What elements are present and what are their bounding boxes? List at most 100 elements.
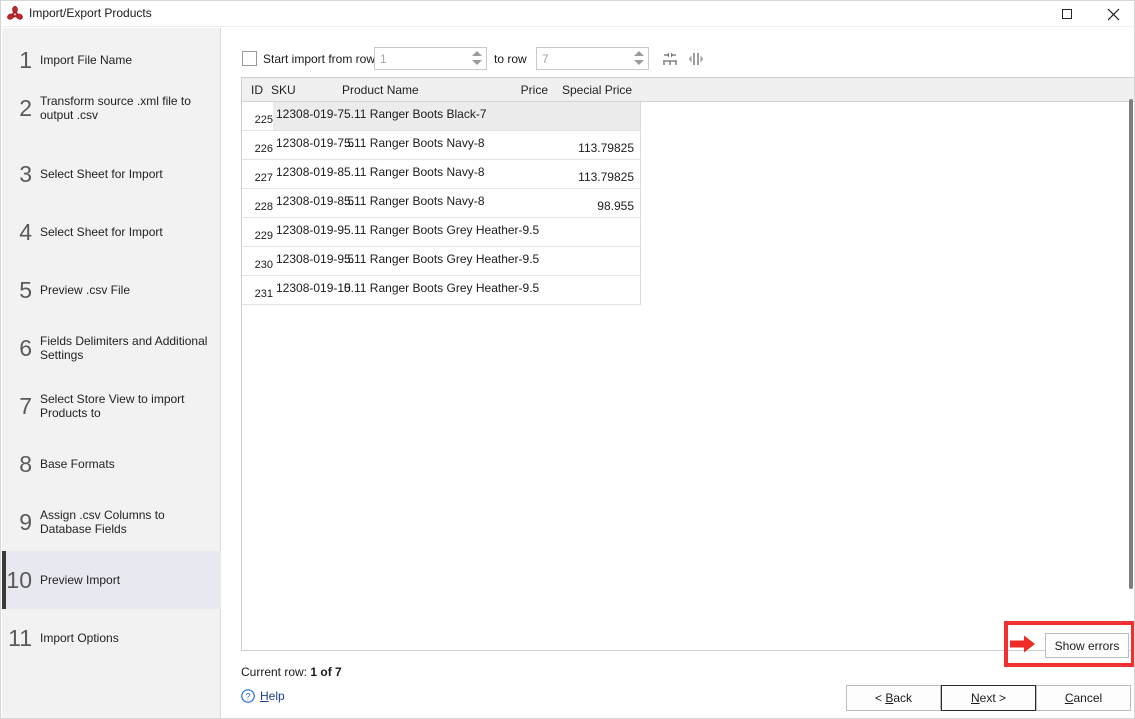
column-header-price[interactable]: Price xyxy=(510,83,548,97)
sidebar-step-number: 1 xyxy=(19,46,32,73)
sidebar-step-number: 9 xyxy=(19,508,32,535)
arrow-right-icon xyxy=(1010,635,1036,653)
sidebar-step-4[interactable]: 4 Select Sheet for Import xyxy=(2,203,221,261)
start-import-from-row-label: Start import from row xyxy=(263,52,376,66)
cell-special-price: 113.79825 xyxy=(578,141,634,155)
cell-sku: 12308-019-7 xyxy=(276,107,345,121)
sidebar-step-number: 3 xyxy=(19,160,32,187)
from-row-value: 1 xyxy=(380,52,387,66)
sidebar-step-number: 6 xyxy=(19,334,32,361)
sidebar-step-7[interactable]: 7 Select Store View to import Products to xyxy=(2,377,221,435)
cell-product-name: 5.11 Ranger Boots Black-7 xyxy=(344,107,487,121)
sidebar-step-number: 2 xyxy=(19,94,32,121)
current-row-status: Current row: 1 of 7 xyxy=(241,665,1134,683)
cell-product-name: 5.11 Ranger Boots Grey Heather-9.5 xyxy=(344,223,540,237)
cell-sku: 12308-019-10 xyxy=(276,281,351,295)
sidebar-step-6[interactable]: 6 Fields Delimiters and Additional Settin… xyxy=(2,319,221,377)
help-label-rest: elp xyxy=(268,689,285,703)
cell-id: 228 xyxy=(254,201,273,213)
back-button[interactable]: < Back xyxy=(846,685,941,711)
current-row-prefix: Current row: xyxy=(241,665,311,679)
table-row[interactable]: 227 12308-019-8 5.11 Ranger Boots Navy-8 11… xyxy=(242,160,641,189)
grid-header-row: ID SKU Product Name Price Special Price xyxy=(242,78,1134,102)
table-row[interactable]: 228 12308-019-8.5 5.11 Ranger Boots Navy-8… xyxy=(242,189,641,218)
cancel-button[interactable]: Cancel xyxy=(1036,685,1131,711)
preview-data-grid[interactable]: ID SKU Product Name Price Special Price … xyxy=(241,77,1134,651)
cell-id: 227 xyxy=(254,172,273,184)
wizard-steps-sidebar: 1 Import File Name 2 Transform source .xml … xyxy=(2,28,221,718)
sidebar-step-label: Import Options xyxy=(40,631,119,645)
sidebar-step-label: Assign .csv Columns to Database Fields xyxy=(40,508,165,536)
sidebar-step-number: 5 xyxy=(19,276,32,303)
cell-id: 226 xyxy=(254,143,273,155)
sidebar-step-9[interactable]: 9 Assign .csv Columns to Database Fields xyxy=(2,493,221,551)
sidebar-step-10[interactable]: 10 Preview Import xyxy=(2,551,221,609)
sidebar-step-8[interactable]: 8 Base Formats xyxy=(2,435,221,493)
column-width-icon[interactable] xyxy=(685,48,707,70)
cell-special-price: 98.955 xyxy=(597,199,634,213)
cell-product-name: 5.11 Ranger Boots Navy-8 xyxy=(344,194,485,208)
sidebar-step-number: 7 xyxy=(19,392,32,419)
sidebar-step-number: 10 xyxy=(6,566,32,593)
show-errors-button[interactable]: Show errors xyxy=(1045,633,1129,658)
cell-id: 225 xyxy=(254,114,273,126)
cell-sku: 12308-019-7.5 xyxy=(276,136,355,150)
cell-special-price: 113.79825 xyxy=(578,170,634,184)
sidebar-step-2[interactable]: 2 Transform source .xml file to output .c… xyxy=(2,79,221,137)
table-row[interactable]: 226 12308-019-7.5 5.11 Ranger Boots Navy-8… xyxy=(242,131,641,160)
cell-sku: 12308-019-9 xyxy=(276,223,345,237)
main-panel: Start import from row 1 to row 7 ID SKU … xyxy=(222,28,1134,718)
help-label: Help xyxy=(260,689,285,703)
column-header-special-price[interactable]: Special Price xyxy=(562,83,632,97)
close-icon[interactable] xyxy=(1090,1,1134,27)
sidebar-step-3[interactable]: 3 Select Sheet for Import xyxy=(2,145,221,203)
table-row[interactable]: 229 12308-019-9 5.11 Ranger Boots Grey Hea… xyxy=(242,218,641,247)
cell-id: 230 xyxy=(254,259,273,271)
cell-sku: 12308-019-8 xyxy=(276,165,345,179)
sidebar-step-label: Preview .csv File xyxy=(40,283,131,297)
sidebar-step-label: Select Sheet for Import xyxy=(40,225,163,239)
to-row-spinner-arrows[interactable] xyxy=(634,50,644,69)
sidebar-step-label: Import File Name xyxy=(40,53,133,67)
cell-sku: 12308-019-8.5 xyxy=(276,194,355,208)
cell-id: 231 xyxy=(254,288,273,300)
sidebar-step-11[interactable]: 11 Import Options xyxy=(2,609,221,667)
app-trefoil-icon xyxy=(6,5,24,23)
cell-id: 229 xyxy=(254,230,273,242)
import-export-products-window: Import/Export Products 1 Import File Name… xyxy=(0,0,1135,719)
sidebar-step-5[interactable]: 5 Preview .csv File xyxy=(2,261,221,319)
maximize-icon[interactable] xyxy=(1044,1,1090,27)
fit-columns-icon[interactable] xyxy=(659,48,681,70)
import-range-toolbar: Start import from row 1 to row 7 xyxy=(222,47,1134,73)
column-header-id[interactable]: ID xyxy=(251,83,263,97)
to-row-stepper[interactable]: 7 xyxy=(536,47,649,70)
column-header-sku[interactable]: SKU xyxy=(271,83,296,97)
to-row-value: 7 xyxy=(542,52,549,66)
sidebar-step-label: Base Formats xyxy=(40,457,115,471)
cell-product-name: 5.11 Ranger Boots Grey Heather-9.5 xyxy=(344,252,540,266)
help-link[interactable]: ? Help xyxy=(241,689,285,703)
column-header-product-name[interactable]: Product Name xyxy=(342,83,419,97)
cell-sku: 12308-019-9.5 xyxy=(276,252,355,266)
sidebar-step-label: Select Store View to import Products to xyxy=(40,392,185,420)
sidebar-step-number: 4 xyxy=(19,218,32,245)
grid-vertical-scrollbar[interactable] xyxy=(1129,99,1133,589)
sidebar-step-label: Preview Import xyxy=(40,573,121,587)
current-row-value: 1 of 7 xyxy=(310,665,342,679)
title-bar: Import/Export Products xyxy=(1,1,1134,27)
svg-text:?: ? xyxy=(245,691,250,701)
question-circle-icon: ? xyxy=(241,689,255,703)
sidebar-step-number: 11 xyxy=(8,624,32,651)
grid-body: 225 12308-019-7 5.11 Ranger Boots Black-7 2… xyxy=(242,102,1134,305)
sidebar-step-label: Fields Delimiters and Additional Setting… xyxy=(40,334,208,362)
table-row[interactable]: 230 12308-019-9.5 5.11 Ranger Boots Grey H… xyxy=(242,247,641,276)
cell-product-name: 5.11 Ranger Boots Grey Heather-9.5 xyxy=(344,281,540,295)
from-row-spinner-arrows[interactable] xyxy=(472,50,482,69)
table-row[interactable]: 225 12308-019-7 5.11 Ranger Boots Black-7 xyxy=(242,102,641,131)
from-row-stepper[interactable]: 1 xyxy=(374,47,487,70)
cell-product-name: 5.11 Ranger Boots Navy-8 xyxy=(344,136,485,150)
to-row-label: to row xyxy=(494,52,527,66)
start-import-from-row-checkbox[interactable] xyxy=(242,51,257,66)
next-button[interactable]: Next > xyxy=(941,685,1036,711)
table-row[interactable]: 231 12308-019-10 5.11 Ranger Boots Grey He… xyxy=(242,276,641,305)
